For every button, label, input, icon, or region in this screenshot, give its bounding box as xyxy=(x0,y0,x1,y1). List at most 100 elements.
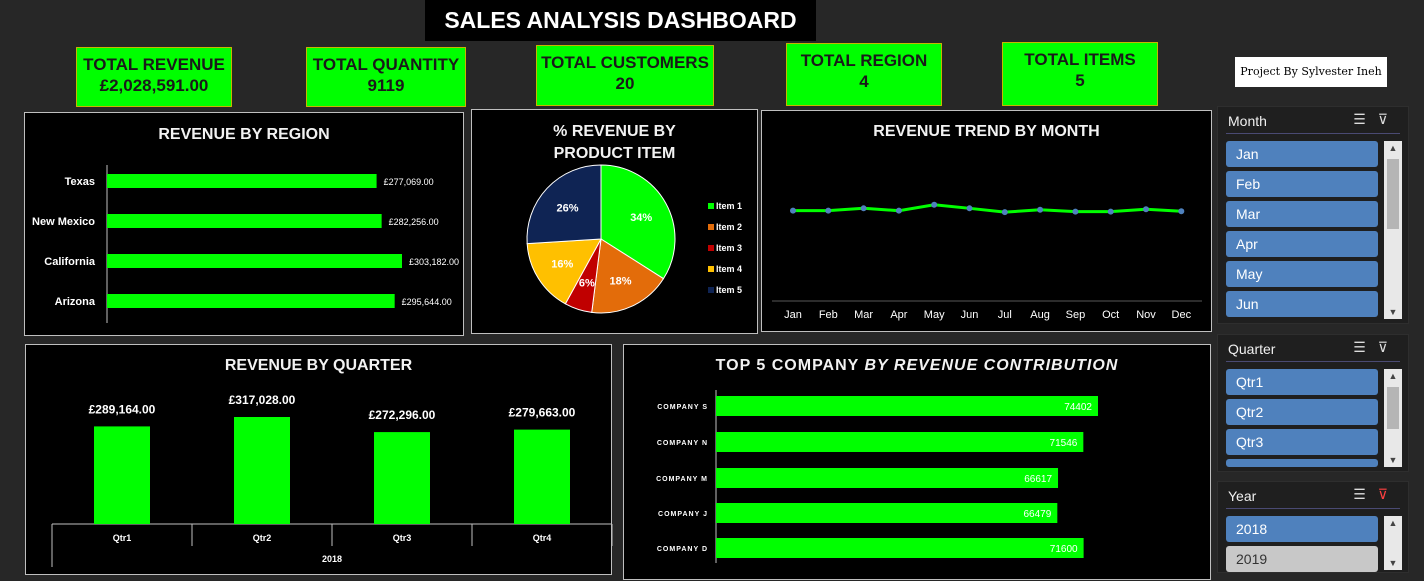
company-label: COMPANY N xyxy=(657,440,708,447)
kpi-total-items: TOTAL ITEMS 5 xyxy=(1002,42,1158,106)
quarter-value-label: £317,028.00 xyxy=(229,393,296,407)
scroll-down-icon[interactable]: ▼ xyxy=(1384,455,1402,465)
slicer-item-feb[interactable]: Feb xyxy=(1226,171,1378,197)
slicer-controls: ☰⊽ xyxy=(1353,111,1400,128)
panel-revenue-by-product: % REVENUE BY PRODUCT ITEM 34% 18% 6% 16% 26%… xyxy=(471,109,758,334)
region-bar xyxy=(107,254,402,268)
slicer-month: Month ☰⊽ Jan Feb Mar Apr May Jun ▲ ▼ xyxy=(1217,106,1409,324)
scroll-up-icon[interactable]: ▲ xyxy=(1384,518,1402,528)
month-tick-label: Feb xyxy=(819,309,838,321)
divider xyxy=(1226,133,1400,134)
slicer-item-jun[interactable]: Jun xyxy=(1226,291,1378,317)
trend-point xyxy=(860,205,867,212)
clear-filter-icon[interactable]: ⊽ xyxy=(1378,486,1400,502)
month-tick-label: Jun xyxy=(961,309,979,321)
legend-swatch xyxy=(708,266,714,272)
scroll-up-icon[interactable]: ▲ xyxy=(1384,371,1402,381)
scroll-thumb[interactable] xyxy=(1387,387,1399,429)
company-label: COMPANY M xyxy=(656,476,708,483)
slicer-item-apr[interactable]: Apr xyxy=(1226,231,1378,257)
clear-filter-icon[interactable]: ⊽ xyxy=(1378,339,1400,355)
legend-label: Item 4 xyxy=(716,264,742,274)
kpi-value: 20 xyxy=(615,74,635,93)
trend-point xyxy=(825,207,832,214)
slicer-item-jan[interactable]: Jan xyxy=(1226,141,1378,167)
quarter-tick-label: Qtr4 xyxy=(533,533,552,543)
month-tick-label: Oct xyxy=(1102,309,1119,321)
legend-swatch xyxy=(708,224,714,230)
slicer-year: Year ☰⊽ 2018 2019 ▲ ▼ xyxy=(1217,481,1409,573)
trend-line xyxy=(793,203,1182,214)
clear-filter-icon[interactable]: ⊽ xyxy=(1378,111,1400,127)
divider xyxy=(1226,361,1400,362)
kpi-total-customers: TOTAL CUSTOMERS 20 xyxy=(536,45,714,106)
kpi-label: TOTAL CUSTOMERS xyxy=(541,53,709,72)
slicer-scrollbar[interactable]: ▲ ▼ xyxy=(1384,141,1402,319)
scroll-thumb[interactable] xyxy=(1387,159,1399,229)
company-label: COMPANY J xyxy=(658,511,708,518)
slicer-item-qtr2[interactable]: Qtr2 xyxy=(1226,399,1378,425)
company-label: COMPANY S xyxy=(657,404,708,411)
quarter-bar xyxy=(514,429,570,524)
quarter-bar xyxy=(234,417,290,524)
legend-label: Item 5 xyxy=(716,285,742,295)
region-value-label: £282,256.00 xyxy=(389,217,439,227)
slicer-item-qtr3[interactable]: Qtr3 xyxy=(1226,429,1378,455)
region-label: New Mexico xyxy=(32,216,95,228)
kpi-label: TOTAL REVENUE xyxy=(83,55,225,74)
region-value-label: £303,182.00 xyxy=(409,257,459,267)
kpi-label: TOTAL REGION xyxy=(800,51,928,70)
kpi-total-quantity: TOTAL QUANTITY 9119 xyxy=(306,47,466,107)
slicer-scrollbar[interactable]: ▲ ▼ xyxy=(1384,516,1402,570)
multi-select-icon[interactable]: ☰ xyxy=(1353,339,1378,355)
company-value-label: 71600 xyxy=(1050,544,1078,555)
region-bar-chart: Texas £277,069.00 New Mexico £282,256.00 Cal… xyxy=(32,165,459,323)
company-bar xyxy=(716,432,1084,452)
panel-revenue-by-quarter: REVENUE BY QUARTER £289,164.00 Qtr1 £317,0… xyxy=(25,344,613,575)
slicer-item-2018[interactable]: 2018 xyxy=(1226,516,1378,542)
legend-label: Item 1 xyxy=(716,201,742,211)
kpi-value: 9119 xyxy=(367,76,405,95)
region-value-label: £295,644.00 xyxy=(402,297,452,307)
month-tick-label: May xyxy=(924,309,945,321)
slicer-item-may[interactable]: May xyxy=(1226,261,1378,287)
quarter-value-label: £279,663.00 xyxy=(509,406,576,420)
region-label: Arizona xyxy=(55,296,96,308)
slicer-scrollbar[interactable]: ▲ ▼ xyxy=(1384,369,1402,467)
trend-point xyxy=(790,207,796,214)
kpi-total-region: TOTAL REGION 4 xyxy=(786,43,942,106)
slicer-controls: ☰⊽ xyxy=(1353,339,1400,356)
company-bar xyxy=(716,503,1058,523)
slicer-title: Year xyxy=(1228,488,1257,504)
region-bar xyxy=(107,294,395,308)
scroll-down-icon[interactable]: ▼ xyxy=(1384,558,1402,568)
company-bar xyxy=(716,538,1084,558)
scroll-down-icon[interactable]: ▼ xyxy=(1384,307,1402,317)
scroll-up-icon[interactable]: ▲ xyxy=(1384,143,1402,153)
panel-revenue-trend: REVENUE TREND BY MONTH Jan Feb Mar Apr May Ju… xyxy=(761,110,1212,332)
slicer-item-qtr1[interactable]: Qtr1 xyxy=(1226,369,1378,395)
kpi-label: TOTAL QUANTITY xyxy=(312,55,460,74)
slicer-item-2019[interactable]: 2019 xyxy=(1226,546,1378,572)
trend-point xyxy=(1001,209,1008,216)
kpi-value: £2,028,591.00 xyxy=(99,76,209,95)
slicer-quarter: Quarter ☰⊽ Qtr1 Qtr2 Qtr3 ▲ ▼ xyxy=(1217,334,1409,472)
quarter-tick-label: Qtr3 xyxy=(393,533,412,543)
pie-percent-label: 18% xyxy=(610,276,632,288)
legend-swatch xyxy=(708,203,714,209)
dashboard-title: SALES ANALYSIS DASHBOARD xyxy=(425,0,816,41)
trend-point xyxy=(1143,206,1149,213)
slicer-title: Month xyxy=(1228,113,1267,129)
slicer-item-partial[interactable] xyxy=(1226,459,1378,467)
company-value-label: 74402 xyxy=(1064,402,1092,413)
trend-point xyxy=(1037,206,1044,213)
slicer-item-mar[interactable]: Mar xyxy=(1226,201,1378,227)
trend-point xyxy=(1072,208,1079,215)
multi-select-icon[interactable]: ☰ xyxy=(1353,111,1378,127)
trend-point xyxy=(1107,208,1114,215)
company-bar xyxy=(716,396,1098,416)
region-value-label: £277,069.00 xyxy=(384,177,434,187)
panel-top-companies: TOP 5 COMPANY BY REVENUE CONTRIBUTION CO… xyxy=(623,344,1211,580)
project-credit: Project By Sylvester Ineh xyxy=(1235,57,1387,87)
multi-select-icon[interactable]: ☰ xyxy=(1353,486,1378,502)
